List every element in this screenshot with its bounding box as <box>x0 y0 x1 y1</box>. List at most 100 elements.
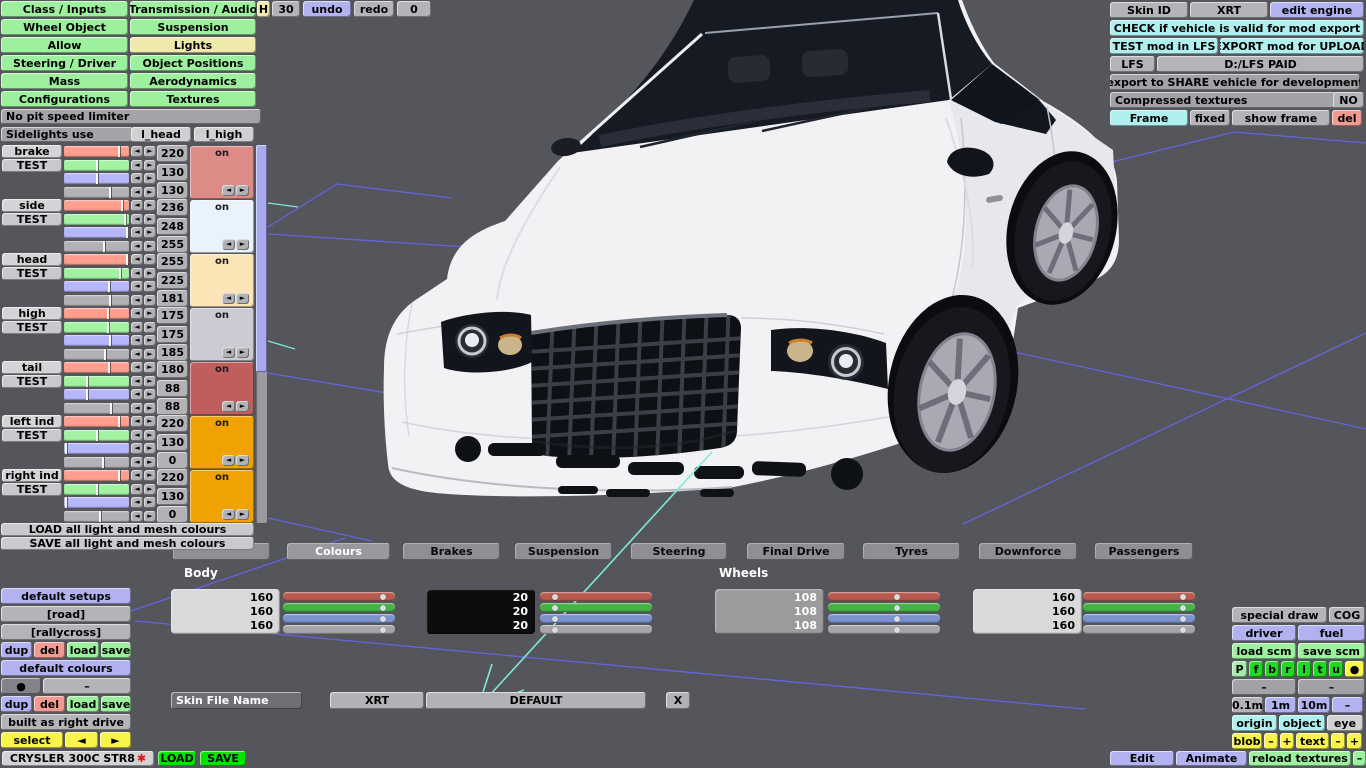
light-left-ind-next-button[interactable]: ► <box>236 455 249 466</box>
light-left-ind-blue-slider[interactable] <box>64 443 129 454</box>
light-high-dim-slider[interactable] <box>64 348 129 360</box>
tools-cog-button[interactable]: COG <box>1329 607 1365 623</box>
light-head-dim-dec-button[interactable]: ◄ <box>131 294 143 306</box>
light-head-blue-dec-button[interactable]: ◄ <box>131 281 143 292</box>
tools-minus-button[interactable]: – <box>1264 733 1278 749</box>
light-side-dim-inc-button[interactable]: ► <box>144 240 156 252</box>
menu-mass-button[interactable]: Mass <box>1 73 128 89</box>
light-high-dim-inc-button[interactable]: ► <box>144 348 156 360</box>
skin-clear-button[interactable]: X <box>666 692 690 709</box>
light-right-ind-prev-button[interactable]: ◄ <box>222 509 235 520</box>
light-left-ind-button[interactable]: left ind <box>2 415 62 428</box>
light-high-prev-button[interactable]: ◄ <box>222 347 235 358</box>
light-tail-red-inc-button[interactable]: ► <box>144 362 156 373</box>
topbar-zero-button[interactable]: 0 <box>397 1 431 17</box>
menu-lights-button[interactable]: Lights <box>130 37 256 53</box>
sidelights-l-head-button[interactable]: l_head <box>131 127 191 142</box>
tools-u-button[interactable]: u <box>1329 661 1343 677</box>
tools-1m-button[interactable]: 1m <box>1265 697 1296 713</box>
light-left-ind-test-button[interactable]: TEST <box>2 429 62 442</box>
light-high-red-inc-button[interactable]: ► <box>144 308 156 319</box>
tools-plus-button[interactable]: + <box>1280 733 1294 749</box>
setups-save-button[interactable]: save <box>101 642 131 658</box>
tab-downforce[interactable]: Downforce <box>979 543 1077 560</box>
export-show-frame-button[interactable]: show frame <box>1232 110 1330 126</box>
menu-steering-driver-button[interactable]: Steering / Driver <box>1 55 128 71</box>
pit-speed-limiter-bar[interactable]: No pit speed limiter <box>1 109 261 124</box>
wheel-colour-2-red-slider[interactable] <box>1083 592 1195 601</box>
export-frame-button[interactable]: Frame <box>1110 110 1188 126</box>
light-high-dim-dec-button[interactable]: ◄ <box>131 348 143 360</box>
light-side-dim-slider[interactable] <box>64 240 129 252</box>
light-brake-dim-slider[interactable] <box>64 186 129 198</box>
light-tail-green-inc-button[interactable]: ► <box>144 375 156 387</box>
light-head-dim-inc-button[interactable]: ► <box>144 294 156 306</box>
setups-dup-button[interactable]: dup <box>1 642 32 658</box>
tools-t-button[interactable]: t <box>1313 661 1327 677</box>
light-brake-blue-dec-button[interactable]: ◄ <box>131 173 143 184</box>
setups-next-button[interactable]: ► <box>100 732 131 748</box>
topbar-30-button[interactable]: 30 <box>272 1 300 17</box>
light-brake-dim-inc-button[interactable]: ► <box>144 186 156 198</box>
light-brake-test-button[interactable]: TEST <box>2 159 62 172</box>
light-left-ind-green-slider[interactable] <box>64 429 129 441</box>
light-right-ind-green-dec-button[interactable]: ◄ <box>131 483 143 495</box>
light-right-ind-red-dec-button[interactable]: ◄ <box>131 470 143 481</box>
lights-scrollbar-thumb[interactable] <box>256 145 267 372</box>
light-side-prev-button[interactable]: ◄ <box>222 239 235 250</box>
light-brake-red-inc-button[interactable]: ► <box>144 146 156 157</box>
export-edit-engine-button[interactable]: edit engine <box>1270 2 1364 18</box>
light-brake-blue-slider[interactable] <box>64 173 129 184</box>
light-left-ind-blue-inc-button[interactable]: ► <box>144 443 156 454</box>
light-tail-test-button[interactable]: TEST <box>2 375 62 388</box>
light-side-green-dec-button[interactable]: ◄ <box>131 213 143 225</box>
light-side-dim-dec-button[interactable]: ◄ <box>131 240 143 252</box>
light-right-ind-test-button[interactable]: TEST <box>2 483 62 496</box>
setups-load-button[interactable]: load <box>67 696 99 712</box>
light-left-ind-dim-inc-button[interactable]: ► <box>144 456 156 468</box>
export-no-button[interactable]: NO <box>1333 92 1364 108</box>
light-high-test-button[interactable]: TEST <box>2 321 62 334</box>
light-right-ind-next-button[interactable]: ► <box>236 509 249 520</box>
light-high-blue-inc-button[interactable]: ► <box>144 335 156 346</box>
light-side-red-dec-button[interactable]: ◄ <box>131 200 143 211</box>
tab-suspension[interactable]: Suspension <box>515 543 612 560</box>
wheel-colour-1-dim-slider[interactable] <box>828 625 940 634</box>
wheel-colour-1-red-slider[interactable] <box>828 592 940 601</box>
body-colour-1-blue-slider[interactable] <box>283 614 395 623</box>
tools-fuel-button[interactable]: fuel <box>1298 625 1365 641</box>
export-skin-id-button[interactable]: Skin ID <box>1110 2 1188 18</box>
setups-save-button[interactable]: save <box>101 696 131 712</box>
menu-transmission-audio-button[interactable]: Transmission / Audio <box>130 1 256 17</box>
light-right-ind-blue-inc-button[interactable]: ► <box>144 497 156 508</box>
light-right-ind-green-slider[interactable] <box>64 483 129 495</box>
tab-colours[interactable]: Colours <box>287 543 390 560</box>
wheel-colour-1-blue-slider[interactable] <box>828 614 940 623</box>
wheel-colour-1-swatch[interactable]: 108 108 108 <box>715 589 824 634</box>
wheel-colour-2-green-slider[interactable] <box>1083 603 1195 612</box>
body-colour-2-dim-slider[interactable] <box>540 625 652 634</box>
light-tail-green-slider[interactable] <box>64 375 129 387</box>
light-right-ind-red-inc-button[interactable]: ► <box>144 470 156 481</box>
load-all-colours-button[interactable]: LOAD all light and mesh colours <box>1 523 254 536</box>
body-colour-2-green-slider[interactable] <box>540 603 652 612</box>
edit-animate-button[interactable]: Animate <box>1176 751 1247 766</box>
light-head-green-slider[interactable] <box>64 267 129 279</box>
export-export-to-share-vehicle-for-development-button[interactable]: export to SHARE vehicle for development <box>1110 74 1360 90</box>
tools-minus-button[interactable]: – <box>1332 697 1363 713</box>
light-high-blue-dec-button[interactable]: ◄ <box>131 335 143 346</box>
light-side-red-inc-button[interactable]: ► <box>144 200 156 211</box>
light-brake-green-slider[interactable] <box>64 159 129 171</box>
menu-wheel-object-button[interactable]: Wheel Object <box>1 19 128 35</box>
edit-minus-button[interactable]: – <box>1353 751 1366 766</box>
light-tail-blue-slider[interactable] <box>64 389 129 400</box>
skin-default-button[interactable]: DEFAULT <box>426 692 646 709</box>
light-high-green-dec-button[interactable]: ◄ <box>131 321 143 333</box>
tools-save-scm-button[interactable]: save scm <box>1298 643 1365 659</box>
light-high-blue-slider[interactable] <box>64 335 129 346</box>
tab-steering[interactable]: Steering <box>631 543 727 560</box>
light-right-ind-blue-slider[interactable] <box>64 497 129 508</box>
light-tail-red-slider[interactable] <box>64 362 129 373</box>
tab-final-drive[interactable]: Final Drive <box>747 543 845 560</box>
light-tail-prev-button[interactable]: ◄ <box>222 401 235 412</box>
